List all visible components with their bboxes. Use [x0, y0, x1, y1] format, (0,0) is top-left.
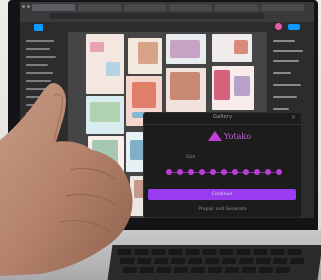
laptop-photo: Gallery × Yotako Size Continue Prepair a…: [0, 0, 321, 280]
thumbs-up-hand: [0, 83, 133, 276]
